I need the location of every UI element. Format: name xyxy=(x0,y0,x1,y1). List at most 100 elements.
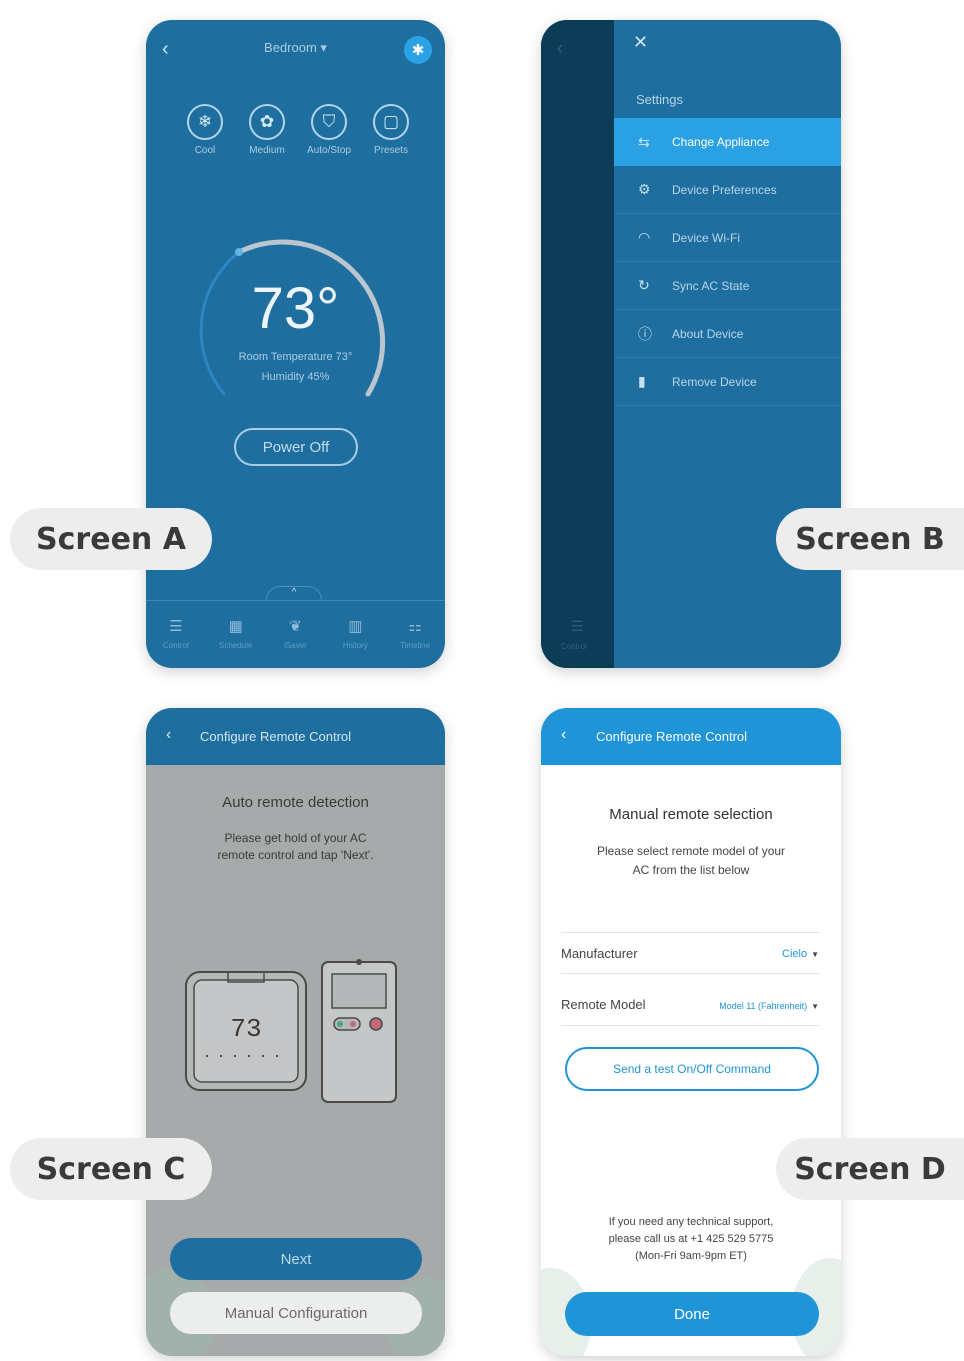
support-info: If you need any technical support, pleas… xyxy=(571,1214,811,1265)
settings-gear-icon[interactable]: ✱ xyxy=(404,36,432,64)
dial-knob xyxy=(235,248,243,256)
instructions-line: Please get hold of your AC xyxy=(224,831,367,845)
screen-b-label: Screen B xyxy=(776,508,964,570)
power-off-button[interactable]: Power Off xyxy=(234,428,358,466)
section-heading: Auto remote detection xyxy=(222,794,369,811)
dimmed-background[interactable]: ‹ ☰ Control xyxy=(541,20,614,668)
timeline-icon: ⚏ xyxy=(408,618,422,635)
support-line: (Mon-Fri 9am-9pm ET) xyxy=(635,1250,747,1262)
nav-schedule[interactable]: ▦ Schedule xyxy=(208,617,264,668)
caret-down-icon: ▼ xyxy=(811,1001,819,1011)
nav-history[interactable]: ▥ History xyxy=(327,617,383,668)
remote-led xyxy=(356,959,362,965)
room-selector[interactable]: Bedroom ▾ xyxy=(146,40,445,56)
nav-label: Control xyxy=(162,641,189,650)
mode-cool-button[interactable]: ❄ Cool xyxy=(174,104,236,156)
snowflake-icon: ❄ xyxy=(187,104,223,140)
set-temperature: 73° xyxy=(251,276,340,341)
remote-screen xyxy=(331,973,387,1009)
support-line: If you need any technical support, xyxy=(608,1216,774,1228)
instructions: Please select remote model of your AC fr… xyxy=(571,842,811,880)
screen-d-manual-selection: ‹ Configure Remote Control Manual remote… xyxy=(541,708,841,1356)
page-title: Configure Remote Control xyxy=(200,729,352,744)
calendar-icon: ▦ xyxy=(228,618,243,635)
instructions-line: AC from the list below xyxy=(632,863,750,877)
remote-red-button xyxy=(350,1021,356,1027)
thermostat-reading: 73 xyxy=(230,1014,261,1044)
sliders-icon: ☰ xyxy=(571,618,584,634)
room-temperature: Room Temperature 73° xyxy=(238,351,353,363)
chart-icon: ▥ xyxy=(348,618,363,635)
menu-label: Device Preferences xyxy=(672,182,777,197)
nav-label: iSaver xyxy=(284,641,307,650)
presets-icon: ▢ xyxy=(373,104,409,140)
caret-down-icon: ▼ xyxy=(811,950,819,959)
next-button[interactable]: Next xyxy=(170,1238,422,1280)
menu-label: Change Appliance xyxy=(672,135,770,149)
fan-icon: ✿ xyxy=(249,104,285,140)
menu-sync-ac-state[interactable]: ↻ Sync AC State xyxy=(614,262,841,310)
menu-label: Sync AC State xyxy=(672,278,750,293)
section-heading: Manual remote selection xyxy=(609,806,773,823)
settings-title: Settings xyxy=(636,92,683,107)
humidity: Humidity 45% xyxy=(261,371,330,383)
screen-a-control: ‹ Bedroom ▾ ✱ ❄ Cool ✿ Medium ⛉ Auto/Sto… xyxy=(146,20,445,668)
manufacturer-select[interactable]: Cielo ▼ xyxy=(782,944,819,962)
remote-model-select[interactable]: Model 11 (Fahrenheit) ▼ xyxy=(719,996,819,1014)
manufacturer-label: Manufacturer xyxy=(561,945,638,961)
send-test-command-button[interactable]: Send a test On/Off Command xyxy=(565,1047,819,1091)
screen-d-label: Screen D xyxy=(776,1138,964,1200)
trash-icon: ▮ xyxy=(638,373,646,389)
screen-b-settings-drawer: ‹ ☰ Control ✕ Settings ⇆ Change Applianc… xyxy=(541,20,841,668)
mode-swing-button[interactable]: ⛉ Auto/Stop xyxy=(298,104,360,156)
remote-power-button xyxy=(369,1017,383,1031)
header-bar: ‹ Configure Remote Control xyxy=(146,708,445,765)
screen-a-label: Screen A xyxy=(10,508,212,570)
support-line: please call us at +1 425 529 5775 xyxy=(608,1233,774,1245)
remote-model-value: Model 11 (Fahrenheit) xyxy=(719,1000,808,1011)
nav-timeline[interactable]: ⚏ Timeline xyxy=(387,617,443,668)
menu-label: Remove Device xyxy=(672,374,757,389)
nav-label: Control xyxy=(561,642,587,651)
swap-icon: ⇆ xyxy=(638,133,650,150)
nav-isaver[interactable]: ❦ iSaver xyxy=(267,617,323,668)
nav-label: Schedule xyxy=(219,641,253,650)
nav-control[interactable]: ☰ Control xyxy=(148,617,204,668)
menu-remove-device[interactable]: ▮ Remove Device xyxy=(614,358,841,406)
manual-configuration-button[interactable]: Manual Configuration xyxy=(170,1292,422,1334)
mode-label: Medium xyxy=(249,145,285,156)
expand-handle[interactable]: ^ xyxy=(266,586,322,600)
back-icon[interactable]: ‹ xyxy=(166,726,171,744)
mode-presets-button[interactable]: ▢ Presets xyxy=(360,104,422,156)
instructions-line: remote control and tap 'Next'. xyxy=(217,848,374,862)
mode-fan-button[interactable]: ✿ Medium xyxy=(236,104,298,156)
manufacturer-row[interactable]: Manufacturer Cielo ▼ xyxy=(561,932,819,974)
close-icon[interactable]: ✕ xyxy=(633,32,648,53)
manufacturer-value: Cielo xyxy=(782,948,808,960)
menu-device-preferences[interactable]: ⚙ Device Preferences xyxy=(614,166,841,214)
mode-label: Auto/Stop xyxy=(307,145,351,156)
done-button[interactable]: Done xyxy=(565,1292,819,1336)
instructions-line: Please select remote model of your xyxy=(596,844,786,858)
mode-buttons: ❄ Cool ✿ Medium ⛉ Auto/Stop ▢ Presets xyxy=(174,104,422,156)
mode-label: Cool xyxy=(194,145,216,156)
menu-label: Device Wi-Fi xyxy=(672,230,740,245)
menu-device-wifi[interactable]: ◠ Device Wi-Fi xyxy=(614,214,841,262)
menu-label: About Device xyxy=(672,326,744,341)
gears-icon: ⚙ xyxy=(638,181,651,197)
sync-icon: ↻ xyxy=(638,277,650,293)
info-icon: ⓘ xyxy=(638,325,652,342)
wifi-icon: ◠ xyxy=(638,229,651,245)
chevron-up-icon: ^ xyxy=(291,587,297,598)
screen-c-label: Screen C xyxy=(10,1138,212,1200)
menu-change-appliance[interactable]: ⇆ Change Appliance xyxy=(614,118,841,166)
header-bar: ‹ Configure Remote Control xyxy=(541,708,841,765)
remote-model-row[interactable]: Remote Model Model 11 (Fahrenheit) ▼ xyxy=(561,984,819,1026)
menu-about-device[interactable]: ⓘ About Device xyxy=(614,310,841,358)
leaf-icon: ❦ xyxy=(289,618,302,635)
page-title: Configure Remote Control xyxy=(596,729,748,744)
remote-model-label: Remote Model xyxy=(561,997,646,1012)
back-icon[interactable]: ‹ xyxy=(561,726,566,744)
mode-label: Presets xyxy=(374,145,408,156)
bottom-nav: ☰ Control ▦ Schedule ❦ iSaver ▥ History … xyxy=(146,600,445,668)
